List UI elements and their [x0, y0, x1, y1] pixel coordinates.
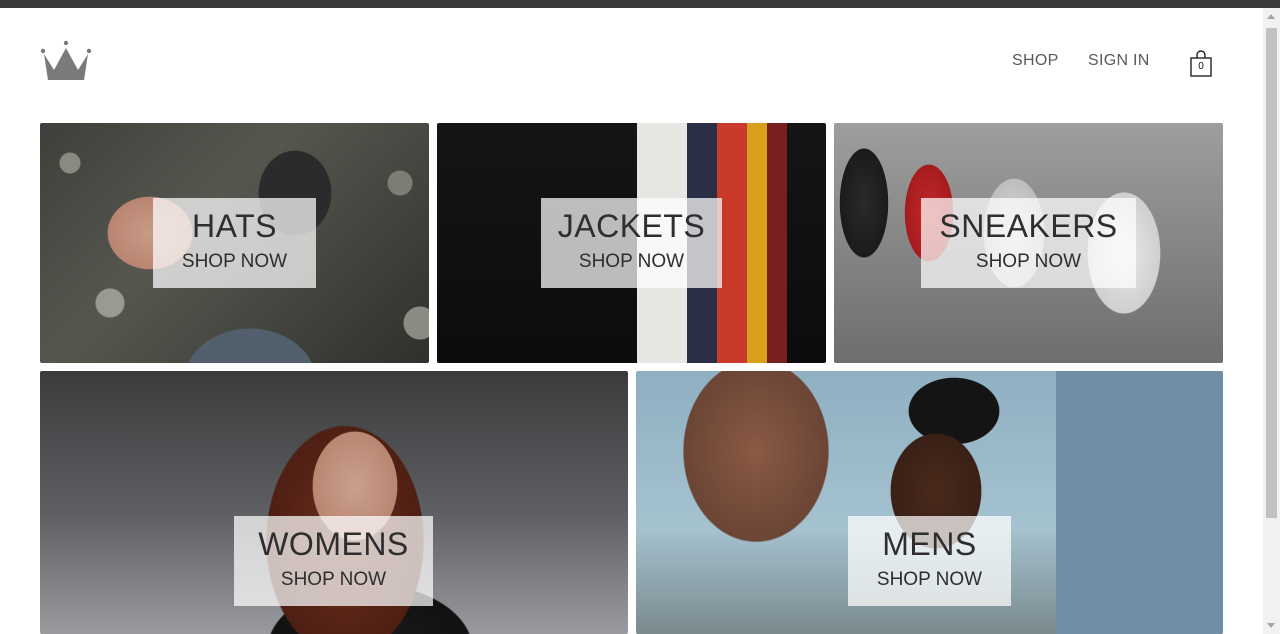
category-tile-jackets[interactable]: JACKETS SHOP NOW — [437, 123, 826, 363]
shop-now-link[interactable]: SHOP NOW — [153, 244, 316, 274]
shop-now-link[interactable]: SHOP NOW — [541, 244, 722, 274]
category-tile-mens[interactable]: MENS SHOP NOW — [636, 371, 1223, 634]
category-label-womens[interactable]: WOMENS SHOP NOW — [234, 516, 433, 606]
scrollbar-thumb[interactable] — [1266, 28, 1277, 518]
nav-sign-in-link[interactable]: SIGN IN — [1088, 52, 1150, 70]
shop-now-link[interactable]: SHOP NOW — [234, 562, 433, 592]
category-tile-sneakers[interactable]: SNEAKERS SHOP NOW — [834, 123, 1223, 363]
cart-button[interactable]: 0 — [1189, 50, 1213, 78]
vertical-scrollbar[interactable] — [1263, 8, 1280, 634]
category-label-mens[interactable]: MENS SHOP NOW — [848, 516, 1011, 606]
category-title: WOMENS — [258, 526, 409, 562]
browser-top-bar — [0, 0, 1280, 8]
scroll-down-arrow-icon[interactable] — [1267, 623, 1275, 628]
crown-logo-icon[interactable] — [40, 40, 92, 82]
shop-now-link[interactable]: SHOP NOW — [848, 562, 1011, 592]
category-tile-hats[interactable]: HATS SHOP NOW — [40, 123, 429, 363]
shop-now-link[interactable]: SHOP NOW — [921, 244, 1136, 274]
category-tile-womens[interactable]: WOMENS SHOP NOW — [40, 371, 628, 634]
category-title: HATS — [192, 208, 277, 244]
category-label-hats[interactable]: HATS SHOP NOW — [153, 198, 316, 288]
scroll-up-arrow-icon[interactable] — [1267, 14, 1275, 19]
category-title: MENS — [882, 526, 977, 562]
category-label-jackets[interactable]: JACKETS SHOP NOW — [541, 198, 722, 288]
category-title: JACKETS — [557, 208, 706, 244]
cart-count: 0 — [1198, 61, 1204, 72]
nav-shop-link[interactable]: SHOP — [1012, 52, 1059, 70]
category-label-sneakers[interactable]: SNEAKERS SHOP NOW — [921, 198, 1136, 288]
category-title: SNEAKERS — [939, 208, 1118, 244]
